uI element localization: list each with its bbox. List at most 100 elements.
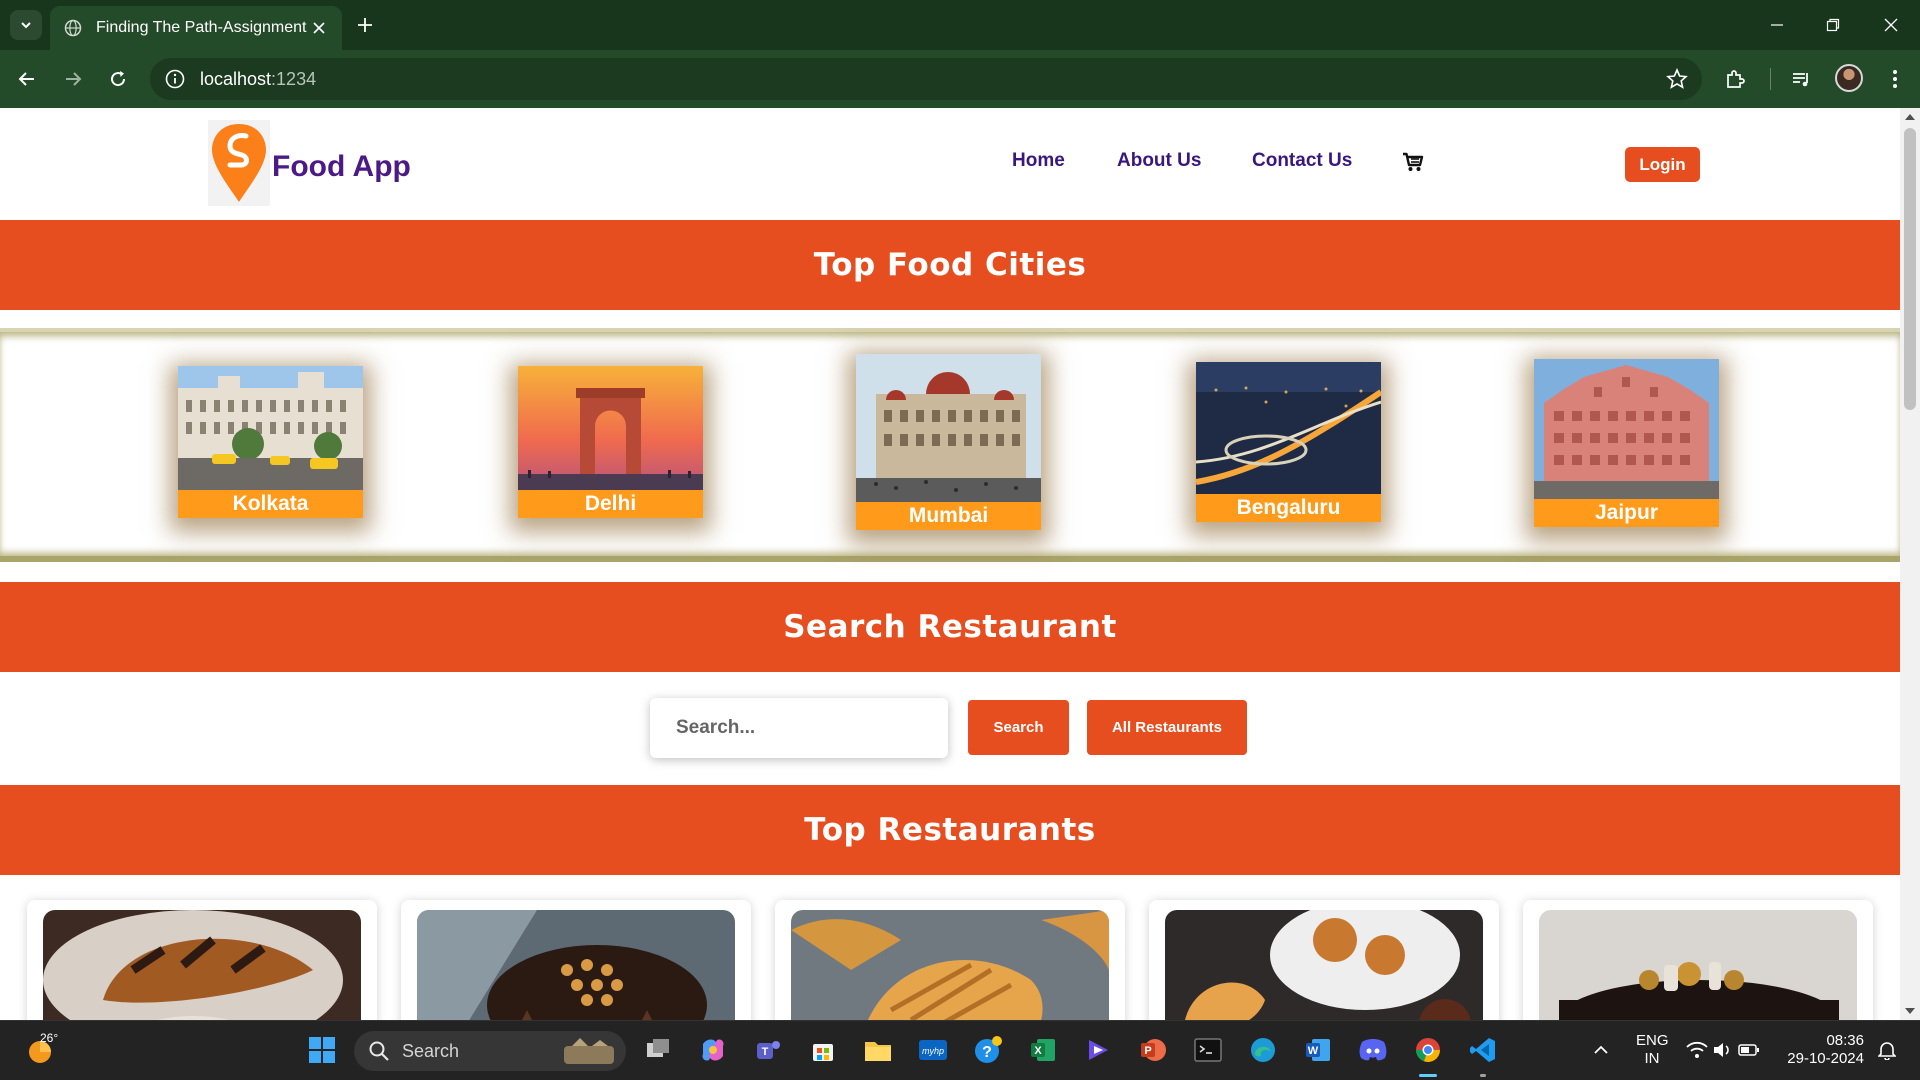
new-tab-button[interactable] — [352, 12, 378, 38]
all-restaurants-button[interactable]: All Restaurants — [1087, 700, 1247, 755]
swiggy-pin-logo-icon — [208, 120, 270, 206]
restaurant-image — [791, 910, 1109, 1020]
nav-contact-us[interactable]: Contact Us — [1252, 150, 1352, 172]
vscode-icon[interactable] — [1466, 1033, 1500, 1067]
start-button[interactable] — [305, 1033, 339, 1067]
restaurant-card[interactable] — [1523, 900, 1873, 1020]
myhp-icon[interactable]: myhp — [916, 1033, 950, 1067]
city-card-bengaluru[interactable]: Bengaluru — [1196, 362, 1381, 522]
city-card-delhi[interactable]: Delhi — [518, 366, 703, 518]
terminal-icon[interactable] — [1191, 1033, 1225, 1067]
weather-temp: 26° — [40, 1031, 59, 1045]
svg-text:X: X — [1034, 1045, 1042, 1057]
restaurant-card[interactable] — [401, 900, 751, 1020]
restaurant-image — [1165, 900, 1483, 1020]
excel-icon[interactable]: X — [1026, 1033, 1060, 1067]
city-card-jaipur[interactable]: Jaipur — [1534, 359, 1719, 527]
file-explorer-icon[interactable] — [861, 1033, 895, 1067]
plus-icon — [358, 18, 372, 32]
minimize-icon — [1771, 24, 1783, 26]
cart-icon[interactable] — [1402, 151, 1424, 173]
battery-icon — [1738, 1044, 1759, 1056]
notifications-button[interactable] — [1870, 1033, 1904, 1067]
restaurant-image — [417, 910, 735, 1020]
tab-search-button[interactable] — [10, 10, 42, 40]
forward-button[interactable] — [60, 66, 86, 92]
svg-text:myhp: myhp — [922, 1046, 944, 1056]
search-highlight-icon — [564, 1038, 614, 1064]
bell-icon — [1878, 1042, 1896, 1060]
volume-icon — [1714, 1043, 1729, 1057]
nav-home[interactable]: Home — [1012, 150, 1065, 172]
restaurant-image — [43, 910, 361, 1020]
active-tab[interactable]: Finding The Path-Assignment — [50, 6, 342, 50]
scroll-up-icon[interactable] — [1905, 114, 1915, 120]
language-indicator[interactable]: ENG IN — [1636, 1032, 1669, 1068]
quick-settings-button[interactable] — [1680, 1033, 1766, 1067]
close-icon — [1884, 18, 1898, 32]
city-name-bengaluru: Bengaluru — [1196, 494, 1381, 522]
restaurant-card[interactable] — [27, 900, 377, 1020]
copilot-icon[interactable] — [696, 1033, 730, 1067]
taskbar-search[interactable]: Search — [354, 1031, 626, 1071]
clock-time: 08:36 — [1826, 1032, 1864, 1049]
globe-icon — [64, 19, 82, 37]
wifi-icon — [1686, 1041, 1708, 1058]
svg-text:P: P — [1144, 1045, 1151, 1057]
media-control-button[interactable] — [1788, 66, 1814, 92]
city-image-jaipur — [1534, 359, 1719, 499]
extensions-button[interactable] — [1722, 66, 1748, 92]
show-hidden-icons-button[interactable] — [1584, 1033, 1618, 1067]
site-info-icon[interactable] — [164, 68, 186, 90]
city-name-delhi: Delhi — [518, 490, 703, 518]
chrome-icon[interactable] — [1411, 1033, 1445, 1067]
close-tab-icon[interactable] — [310, 19, 328, 37]
search-restaurant-heading: Search Restaurant — [783, 609, 1117, 645]
city-card-mumbai[interactable]: Mumbai — [856, 354, 1041, 530]
close-window-button[interactable] — [1880, 14, 1902, 36]
clock[interactable]: 08:36 29-10-2024 — [1778, 1032, 1864, 1068]
scroll-down-icon[interactable] — [1905, 1008, 1915, 1014]
scroll-thumb[interactable] — [1904, 128, 1916, 410]
restaurant-card[interactable] — [1149, 900, 1499, 1020]
store-icon[interactable] — [806, 1033, 840, 1067]
search-area: Search All Restaurants — [0, 672, 1900, 784]
task-view-icon[interactable] — [641, 1033, 675, 1067]
clipchamp-icon[interactable] — [1081, 1033, 1115, 1067]
restore-button[interactable] — [1822, 14, 1844, 36]
search-icon — [369, 1041, 389, 1061]
playlist-icon — [1793, 73, 1808, 87]
edge-icon[interactable] — [1246, 1033, 1280, 1067]
tab-title: Finding The Path-Assignment — [96, 19, 307, 36]
site-header: Food App Home About Us Contact Us Login — [0, 108, 1900, 220]
powerpoint-icon[interactable]: P — [1136, 1033, 1170, 1067]
restaurant-image — [1539, 910, 1857, 1020]
search-input[interactable] — [650, 698, 948, 758]
windows-taskbar: 26° Search T myhp ? X P W ENG IN 08:36 2… — [0, 1020, 1920, 1080]
cities-carousel: Kolkata Delhi Mumbai Bengaluru Jaipur — [0, 328, 1900, 562]
reload-button[interactable] — [105, 66, 131, 92]
minimize-button[interactable] — [1766, 14, 1788, 36]
logo-text: Food App — [272, 150, 411, 183]
teams-icon[interactable]: T — [751, 1033, 785, 1067]
bookmark-star-icon[interactable] — [1666, 68, 1688, 90]
get-help-icon[interactable]: ? — [971, 1033, 1005, 1067]
back-button[interactable] — [14, 66, 40, 92]
page-scrollbar[interactable] — [1900, 108, 1920, 1020]
city-card-kolkata[interactable]: Kolkata — [178, 366, 363, 518]
city-image-mumbai — [856, 354, 1041, 502]
restore-icon — [1826, 18, 1840, 32]
browser-toolbar: localhost:1234 — [0, 50, 1920, 108]
svg-text:T: T — [762, 1046, 769, 1058]
search-button[interactable]: Search — [968, 700, 1069, 755]
word-icon[interactable]: W — [1301, 1033, 1335, 1067]
profile-avatar[interactable] — [1835, 64, 1863, 92]
logo[interactable]: Food App — [208, 120, 411, 206]
address-bar[interactable]: localhost:1234 — [150, 58, 1702, 100]
nav-about-us[interactable]: About Us — [1117, 150, 1201, 172]
top-restaurants-heading: Top Restaurants — [804, 812, 1096, 848]
restaurant-card[interactable] — [775, 900, 1125, 1020]
browser-menu-button[interactable] — [1882, 66, 1908, 92]
discord-icon[interactable] — [1356, 1033, 1390, 1067]
login-button[interactable]: Login — [1625, 147, 1700, 182]
